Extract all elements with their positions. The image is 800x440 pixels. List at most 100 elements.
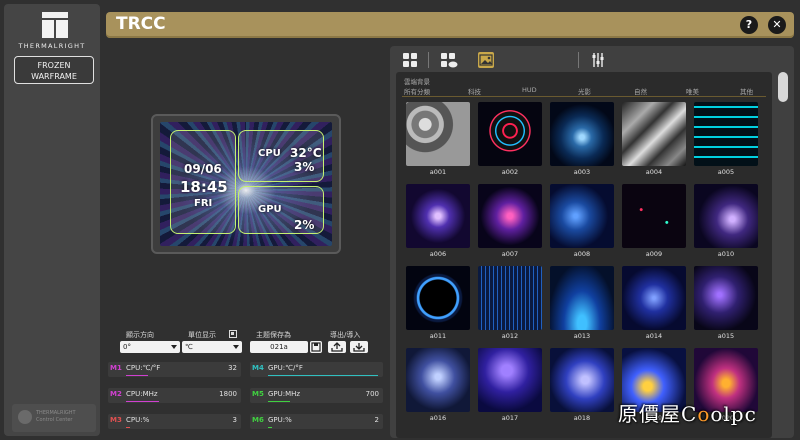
background-thumbnail[interactable]	[550, 184, 614, 248]
sensor-row-m6[interactable]: M6 GPU:% 2	[250, 414, 383, 429]
device-model-button[interactable]: FROZEN WARFRAME	[14, 56, 94, 84]
sensor-value: 2	[374, 416, 379, 424]
sensor-bar	[126, 374, 148, 376]
preview-gpu-label: GPU	[258, 204, 282, 215]
background-thumbnail[interactable]	[478, 348, 542, 412]
background-thumbnail[interactable]	[550, 102, 614, 166]
thumbnail-label: a017	[501, 414, 519, 422]
background-thumbnail[interactable]	[406, 266, 470, 330]
orientation-select[interactable]: 0°	[120, 341, 180, 353]
control-center-logo[interactable]: THERMALRIGHT Control Center	[12, 404, 96, 432]
brand-logo-text: THERMALRIGHT	[18, 42, 86, 50]
background-thumbnail[interactable]	[406, 348, 470, 412]
sensor-row-m4[interactable]: M4 GPU:℃/°F	[250, 362, 383, 377]
cloud-grid-icon	[441, 53, 458, 68]
chevron-down-icon	[171, 345, 177, 349]
sensor-value: 32	[228, 364, 237, 372]
background-thumbnail[interactable]	[550, 348, 614, 412]
export-button[interactable]	[328, 341, 346, 353]
thumbnail-label: a003	[573, 168, 591, 176]
grid-icon	[403, 53, 417, 67]
background-thumbnail[interactable]	[478, 102, 542, 166]
unit-checkbox[interactable]	[229, 330, 237, 338]
thumbnail-label: a009	[645, 250, 663, 258]
sensor-tag: M2	[110, 390, 122, 398]
preview-cpu-usage: 3%	[294, 160, 315, 174]
category-tab[interactable]: 科技	[468, 86, 481, 96]
sensor-name: GPU:%	[268, 416, 292, 424]
app-title: TRCC	[116, 14, 166, 34]
background-gallery-panel: 雲端背景 所有分類 科技 HUD 光影 自然 唯美 其他 a001 a002 a003 a004 a…	[390, 46, 794, 438]
help-button[interactable]: ?	[740, 16, 758, 34]
thumbnail-label: a012	[501, 332, 519, 340]
app-window: THERMALRIGHT FROZEN WARFRAME THERMALRIGH…	[0, 0, 800, 440]
thumbnail-label: a001	[429, 168, 447, 176]
thumbnail-label: a006	[429, 250, 447, 258]
background-thumbnail[interactable]	[478, 266, 542, 330]
sensor-name: GPU:℃/°F	[268, 364, 303, 372]
save-theme-label: 主题保存為	[256, 331, 291, 339]
background-thumbnail[interactable]	[550, 266, 614, 330]
category-underline	[402, 96, 766, 97]
chevron-down-icon	[233, 345, 239, 349]
background-thumbnail[interactable]	[694, 184, 758, 248]
save-theme-input[interactable]: 021a	[250, 341, 308, 353]
preview-gpu-usage: 2%	[294, 218, 315, 232]
sensor-row-m5[interactable]: M5 GPU:MHz 700	[250, 388, 383, 403]
background-thumbnail[interactable]	[622, 266, 686, 330]
category-tab[interactable]: 唯美	[686, 86, 699, 96]
control-center-icon	[18, 410, 32, 424]
sensor-tag: M3	[110, 416, 122, 424]
preview-cpu-temp: 32°C	[290, 146, 322, 160]
lcd-preview-screen: 09/06 18:45 FRI CPU 32°C 3% GPU 2%	[160, 122, 332, 246]
category-tab[interactable]: 所有分類	[404, 86, 430, 96]
title-bar: TRCC ? ✕	[106, 12, 794, 38]
close-button[interactable]: ✕	[768, 16, 786, 34]
preview-cpu-label: CPU	[258, 148, 281, 159]
gallery-heading: 雲端背景	[404, 78, 430, 86]
background-thumbnail[interactable]	[694, 102, 758, 166]
watermark: 原價屋Coolpc	[618, 402, 757, 426]
preview-weekday: FRI	[194, 198, 213, 209]
sensor-tag: M1	[110, 364, 122, 372]
sensor-name: GPU:MHz	[268, 390, 301, 398]
sensor-value: 1800	[219, 390, 237, 398]
settings-tab[interactable]	[590, 52, 606, 68]
thumbnail-label: a005	[717, 168, 735, 176]
lcd-preview-frame: 09/06 18:45 FRI CPU 32°C 3% GPU 2%	[151, 114, 341, 254]
sensor-tag: M6	[252, 416, 264, 424]
category-tab[interactable]: 光影	[578, 86, 591, 96]
sensor-row-m2[interactable]: M2 CPU:MHz 1800	[108, 388, 241, 403]
sensor-name: CPU:MHz	[126, 390, 158, 398]
gallery-content: 雲端背景 所有分類 科技 HUD 光影 自然 唯美 其他 a001 a002 a003 a004 a…	[396, 72, 772, 438]
category-tab[interactable]: 其他	[740, 86, 753, 96]
category-tab[interactable]: HUD	[522, 86, 537, 94]
background-thumbnail[interactable]	[694, 266, 758, 330]
import-button[interactable]	[350, 341, 368, 353]
sensor-value: 3	[232, 416, 237, 424]
gallery-scrollbar[interactable]	[778, 72, 788, 102]
export-icon	[331, 342, 343, 352]
background-thumbnail[interactable]	[622, 102, 686, 166]
cloud-gallery-tab[interactable]	[440, 52, 458, 68]
grid-view-tab[interactable]	[402, 52, 418, 68]
thumbnail-label: a002	[501, 168, 519, 176]
sensor-bar	[126, 426, 130, 428]
sensor-value: 700	[365, 390, 379, 398]
preview-date: 09/06	[184, 162, 222, 176]
thumbnail-label: a016	[429, 414, 447, 422]
sensor-row-m1[interactable]: M1 CPU:℃/°F 32	[108, 362, 241, 377]
thumbnail-label: a018	[573, 414, 591, 422]
image-gallery-tab[interactable]	[478, 52, 494, 68]
sensor-bar	[268, 426, 272, 428]
sensor-row-m3[interactable]: M3 CPU:% 3	[108, 414, 241, 429]
background-thumbnail[interactable]	[406, 184, 470, 248]
sidebar: THERMALRIGHT FROZEN WARFRAME THERMALRIGH…	[4, 4, 100, 436]
save-theme-button[interactable]	[310, 341, 322, 353]
image-icon	[479, 54, 493, 66]
background-thumbnail[interactable]	[478, 184, 542, 248]
unit-select[interactable]: ℃	[182, 341, 242, 353]
background-thumbnail[interactable]	[406, 102, 470, 166]
category-tab[interactable]: 自然	[634, 86, 647, 96]
background-thumbnail[interactable]	[622, 184, 686, 248]
